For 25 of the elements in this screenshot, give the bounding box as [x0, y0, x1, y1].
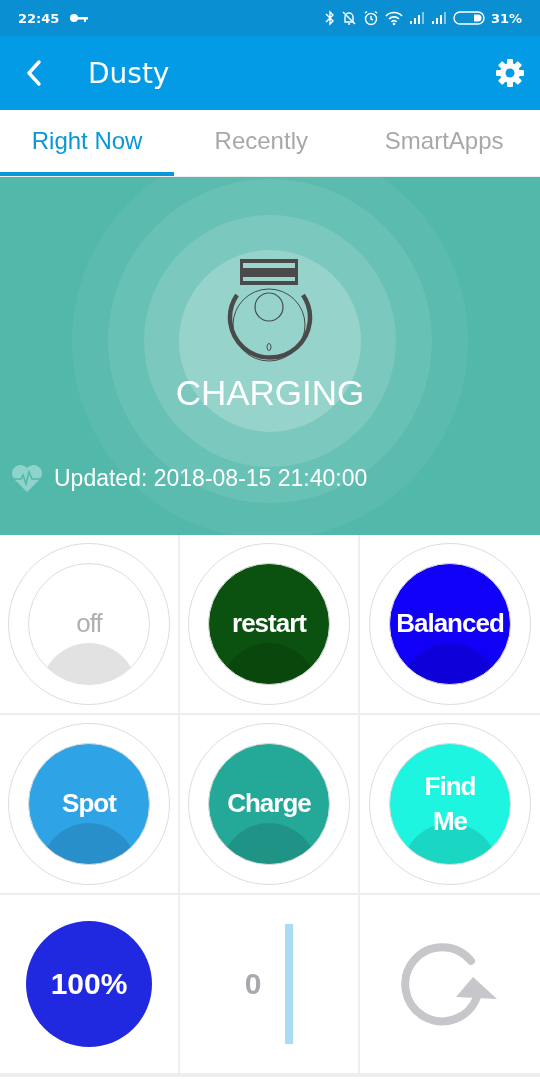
counter-value: 0 [244, 967, 262, 1001]
heart-pulse-icon [10, 463, 44, 493]
settings-button[interactable] [494, 57, 526, 89]
mode-button[interactable]: restart [208, 563, 330, 685]
mode-button[interactable]: Balanced [389, 563, 511, 685]
status-time: 22:45 [18, 10, 60, 26]
bell-off-icon [340, 10, 357, 26]
battery-percent: 31% [490, 10, 522, 26]
alarm-icon [362, 10, 379, 26]
wifi-icon [384, 10, 403, 26]
updated-time: Updated: 2018-08-15 21:40:00 [54, 464, 368, 492]
back-button[interactable] [26, 59, 42, 87]
mode-button[interactable]: Charge [208, 743, 330, 865]
tab[interactable]: Recently [174, 110, 349, 176]
app-title: Dusty [88, 56, 170, 90]
signal-icon [408, 11, 425, 25]
mode-button[interactable]: off [28, 563, 150, 685]
battery-icon [452, 11, 485, 25]
mode-button[interactable]: Spot [28, 743, 150, 865]
tab[interactable]: SmartApps [348, 110, 540, 176]
signal-icon [430, 11, 447, 25]
battery-level: 100% [26, 921, 152, 1047]
bluetooth-icon [324, 10, 335, 26]
key-icon [69, 13, 90, 23]
status-text: CHARGING [175, 373, 365, 413]
